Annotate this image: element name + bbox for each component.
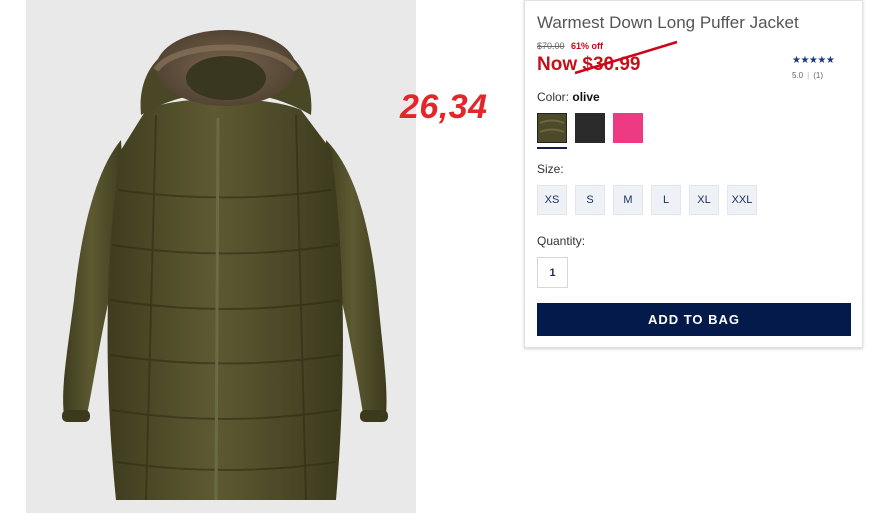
color-label-row: Color: olive <box>537 90 600 104</box>
size-label: Size: <box>537 162 564 176</box>
size-option-s[interactable]: S <box>575 185 605 215</box>
quantity-input[interactable]: 1 <box>537 257 568 288</box>
selected-swatch-indicator <box>537 147 567 149</box>
product-title: Warmest Down Long Puffer Jacket <box>537 13 799 32</box>
original-price: $70.00 <box>537 41 565 51</box>
sale-price: Now $30.99 <box>537 54 641 75</box>
color-label: Color: <box>537 90 570 104</box>
star-rating-icon: ★★★★★ <box>792 55 835 66</box>
rating-score: 5.0 <box>792 71 804 80</box>
purchase-panel: Warmest Down Long Puffer Jacket $70.00 6… <box>524 0 863 348</box>
color-swatch-olive[interactable] <box>537 113 567 143</box>
handwritten-annotation: 26,34 <box>400 88 488 126</box>
product-image[interactable] <box>26 0 416 513</box>
color-swatch-pink[interactable] <box>613 113 643 143</box>
review-count[interactable]: (1) <box>813 71 823 80</box>
color-swatch-black[interactable] <box>575 113 605 143</box>
discount-badge: 61% off <box>571 41 604 51</box>
size-option-l[interactable]: L <box>651 185 681 215</box>
divider: | <box>807 71 810 80</box>
size-option-xl[interactable]: XL <box>689 185 719 215</box>
rating-summary[interactable]: ★★★★★ 5.0 | (1) <box>792 55 852 80</box>
olive-swatch-texture <box>539 119 565 133</box>
selected-color-name: olive <box>572 90 600 104</box>
size-option-xs[interactable]: XS <box>537 185 567 215</box>
puffer-jacket-illustration <box>26 0 416 513</box>
quantity-label: Quantity: <box>537 234 586 248</box>
size-option-xxl[interactable]: XXL <box>727 185 757 215</box>
add-to-bag-button[interactable]: ADD TO BAG <box>537 303 851 336</box>
size-option-m[interactable]: M <box>613 185 643 215</box>
